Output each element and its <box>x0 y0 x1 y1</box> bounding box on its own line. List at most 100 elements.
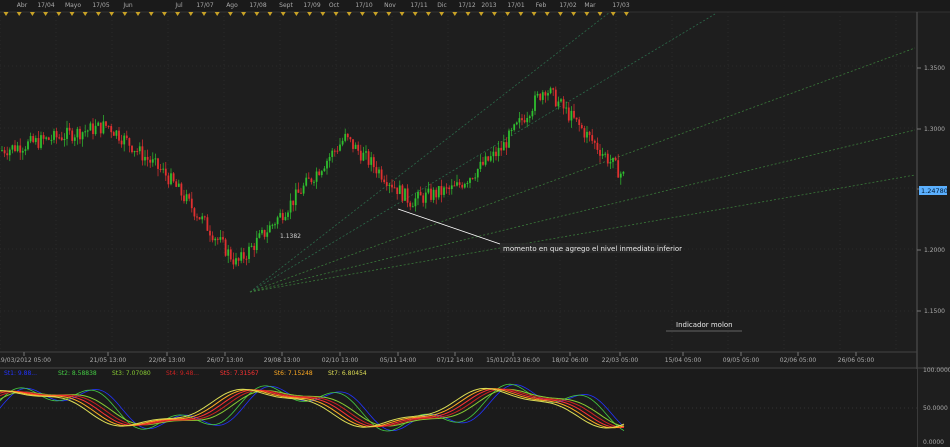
candle-body <box>53 131 55 140</box>
candle-body <box>110 126 113 133</box>
candle-body <box>76 128 79 138</box>
candle-body <box>115 130 118 136</box>
candle-body <box>521 118 523 121</box>
candle-body <box>151 159 154 163</box>
candle-body <box>92 123 94 135</box>
candle-body <box>27 141 29 150</box>
candle-body <box>167 175 170 185</box>
candle-body <box>443 187 445 195</box>
candle-body <box>8 149 11 156</box>
candle-body <box>214 238 217 241</box>
price-axis-label: 1.3500 <box>924 65 945 72</box>
candle-body <box>307 177 310 179</box>
candle-body <box>73 137 76 141</box>
candle-body <box>575 117 578 120</box>
candle-body <box>300 192 302 194</box>
candle-body <box>541 92 544 100</box>
candle-body <box>406 188 409 203</box>
candle-body <box>513 124 516 130</box>
time-axis-label: 07/12 14:00 <box>437 357 474 364</box>
candle-body <box>79 128 81 140</box>
candle-body <box>479 161 482 169</box>
candle-body <box>253 245 256 251</box>
candle-body <box>71 130 74 141</box>
candle-body <box>271 224 274 226</box>
candle-body <box>500 147 503 151</box>
indicator-legend-item: St5: 7.31567 <box>220 370 259 377</box>
candle-body <box>81 132 84 140</box>
candle-body <box>547 93 549 96</box>
candle-body <box>183 195 185 202</box>
candle-body <box>502 142 505 151</box>
candle-body <box>482 161 484 165</box>
candle-body <box>248 246 250 260</box>
timeline-label: Dic <box>437 2 447 9</box>
indicator-legend-item: St1: 9.88... <box>4 370 37 377</box>
candle-body <box>6 153 9 156</box>
candle-body <box>375 167 378 174</box>
candle-body <box>505 142 508 148</box>
candle-body <box>50 139 53 141</box>
candle-body <box>232 259 235 265</box>
candle-body <box>162 168 165 170</box>
indicator-annotation-text: Indicador molon <box>676 321 733 329</box>
candle-body <box>398 185 401 195</box>
candle-body <box>235 258 237 265</box>
timeline-label: 2013 <box>481 2 496 9</box>
candle-body <box>409 202 412 207</box>
candle-body <box>528 116 531 118</box>
candle-body <box>42 135 45 139</box>
candle-body <box>209 230 211 236</box>
trading-chart[interactable]: Abr 17/04 Mayo 17/05 Jun Jul 17/07 Ago 17/08 Sept… <box>0 0 950 447</box>
indicator-legend-item: St7: 6.80454 <box>328 370 367 377</box>
candle-body <box>292 200 295 206</box>
candle-body <box>453 185 456 187</box>
candle-body <box>450 185 453 189</box>
timeline-label: 17/08 <box>249 2 266 9</box>
candle-body <box>198 217 201 220</box>
candle-body <box>125 135 128 139</box>
candle-body <box>16 145 19 152</box>
candle-body <box>1 150 3 152</box>
candle-body <box>336 150 339 152</box>
indicator-axis-label: 0.0000 <box>923 439 944 446</box>
candle-body <box>424 192 427 203</box>
candle-body <box>97 122 100 126</box>
timeline-label: Oct <box>329 2 340 9</box>
candle-body <box>294 189 297 206</box>
time-axis-label: 29/08 13:00 <box>264 357 301 364</box>
timeline-label: Feb <box>536 2 547 9</box>
candle-body <box>175 181 178 187</box>
candle-body <box>120 140 123 145</box>
candle-body <box>549 88 552 94</box>
candle-body <box>185 194 188 202</box>
indicator-axis-label: 100.0000 <box>923 367 950 374</box>
candle-body <box>393 187 396 189</box>
candle-body <box>606 153 609 164</box>
candle-body <box>138 146 141 152</box>
indicator-pane[interactable] <box>0 369 917 447</box>
candle-body <box>258 233 261 238</box>
candle-body <box>466 182 469 184</box>
candle-body <box>255 237 258 251</box>
candle-body <box>567 107 570 121</box>
candle-body <box>419 191 422 196</box>
candle-body <box>531 110 534 117</box>
candle-body <box>21 150 24 153</box>
candle-body <box>89 123 92 131</box>
candle-body <box>339 144 341 151</box>
candle-body <box>614 157 617 161</box>
candle-body <box>284 216 287 221</box>
candle-body <box>570 110 573 121</box>
candle-body <box>320 171 323 176</box>
time-axis-label: 26/07 13:00 <box>207 357 244 364</box>
candle-body <box>422 195 425 203</box>
candle-body <box>297 189 300 193</box>
candle-body <box>622 171 625 174</box>
candle-body <box>383 179 386 183</box>
candle-body <box>323 168 326 172</box>
candle-body <box>159 168 162 170</box>
candle-body <box>440 186 443 195</box>
price-axis-label: 1.2000 <box>924 247 945 254</box>
candle-body <box>193 208 196 217</box>
